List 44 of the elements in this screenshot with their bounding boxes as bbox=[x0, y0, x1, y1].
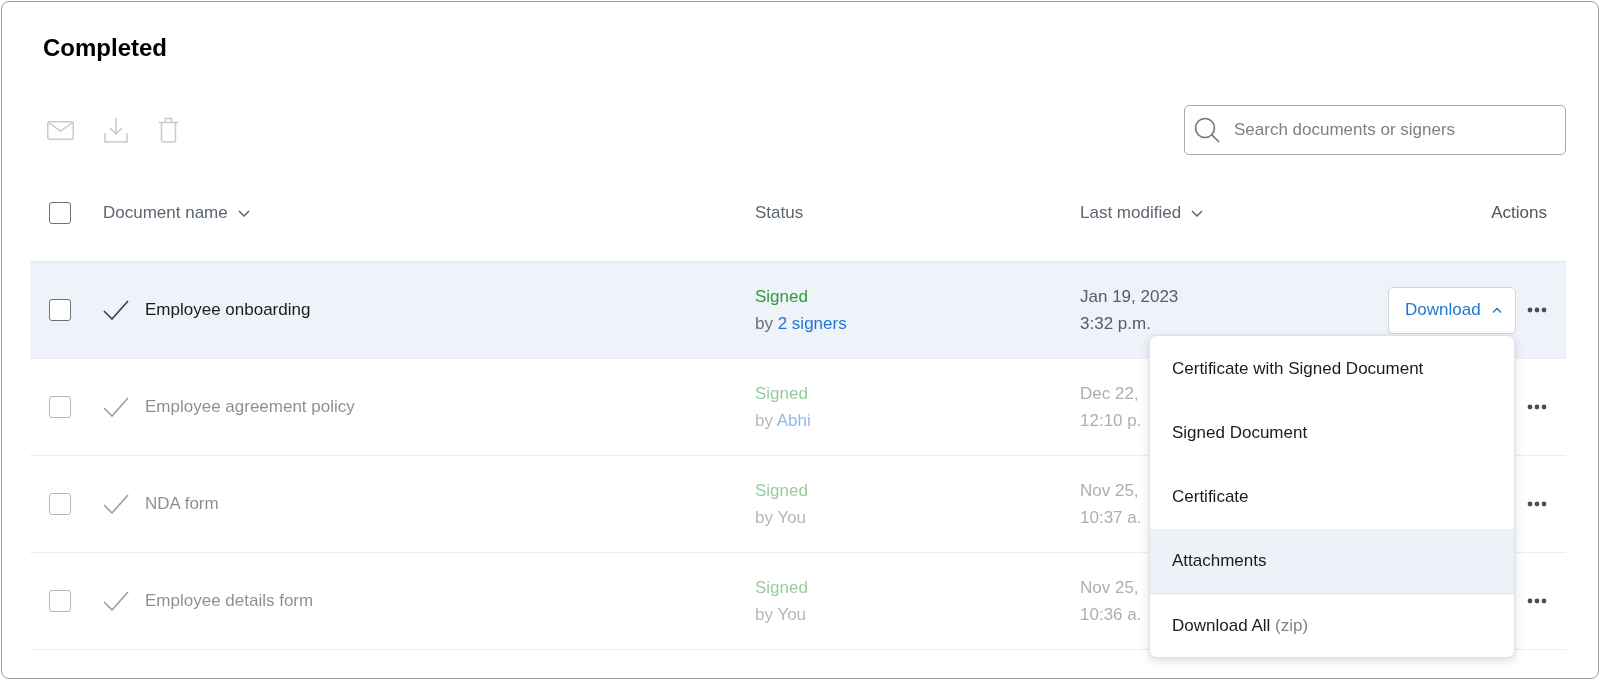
date-text: Dec 22, bbox=[1080, 383, 1139, 405]
date-text: Jan 19, 2023 bbox=[1080, 286, 1179, 308]
page-title: Completed bbox=[43, 33, 167, 63]
search-field[interactable]: Search documents or signers bbox=[1184, 105, 1566, 155]
status-text: Signed bbox=[755, 480, 808, 502]
menu-item[interactable]: Certificate bbox=[1150, 464, 1514, 529]
checkbox[interactable] bbox=[49, 202, 71, 224]
time-text: 10:37 a. bbox=[1080, 507, 1142, 529]
check-icon bbox=[103, 494, 129, 514]
signed-by-text: by You bbox=[755, 507, 807, 529]
menu-item[interactable]: Signed Document bbox=[1150, 400, 1514, 465]
download-button[interactable]: Download bbox=[1388, 286, 1516, 334]
time-text: 3:32 p.m. bbox=[1080, 313, 1151, 335]
column-header: Status bbox=[755, 203, 804, 223]
status-text: Signed bbox=[755, 286, 808, 308]
document-name: Employee details form bbox=[145, 591, 314, 611]
menu-item[interactable]: Download All (zip) bbox=[1150, 592, 1514, 657]
sort-column-header[interactable]: Last modified bbox=[1080, 203, 1204, 223]
sort-column-header[interactable]: Document name bbox=[103, 203, 250, 223]
document-name: Employee onboarding bbox=[145, 300, 311, 320]
check-icon bbox=[103, 300, 129, 320]
chevron-down-icon bbox=[237, 209, 250, 217]
column-header: Actions bbox=[1491, 203, 1547, 223]
date-text: Nov 25, bbox=[1080, 480, 1139, 502]
signed-by-text: by 2 signers bbox=[755, 313, 847, 335]
status-text: Signed bbox=[755, 383, 808, 405]
menu-item[interactable]: Attachments bbox=[1150, 528, 1514, 593]
menu-item[interactable]: Certificate with Signed Document bbox=[1150, 336, 1514, 401]
status-text: Signed bbox=[755, 577, 808, 599]
search-icon bbox=[1194, 117, 1220, 143]
document-name: Employee agreement policy bbox=[145, 397, 355, 417]
check-icon bbox=[103, 591, 129, 611]
time-text: 10:36 a. bbox=[1080, 604, 1142, 626]
document-name: NDA form bbox=[145, 494, 219, 514]
caret-up-icon bbox=[1491, 306, 1502, 314]
check-icon bbox=[103, 397, 129, 417]
chevron-down-icon bbox=[1191, 209, 1204, 217]
signer-link[interactable]: 2 signers bbox=[777, 314, 847, 333]
signed-by-text: by You bbox=[755, 604, 807, 626]
time-text: 12:10 p. bbox=[1080, 410, 1142, 432]
checkbox[interactable] bbox=[49, 299, 71, 321]
date-text: Nov 25, bbox=[1080, 577, 1139, 599]
more-icon[interactable] bbox=[1527, 307, 1547, 313]
signed-by-text: by Abhi bbox=[755, 410, 811, 432]
